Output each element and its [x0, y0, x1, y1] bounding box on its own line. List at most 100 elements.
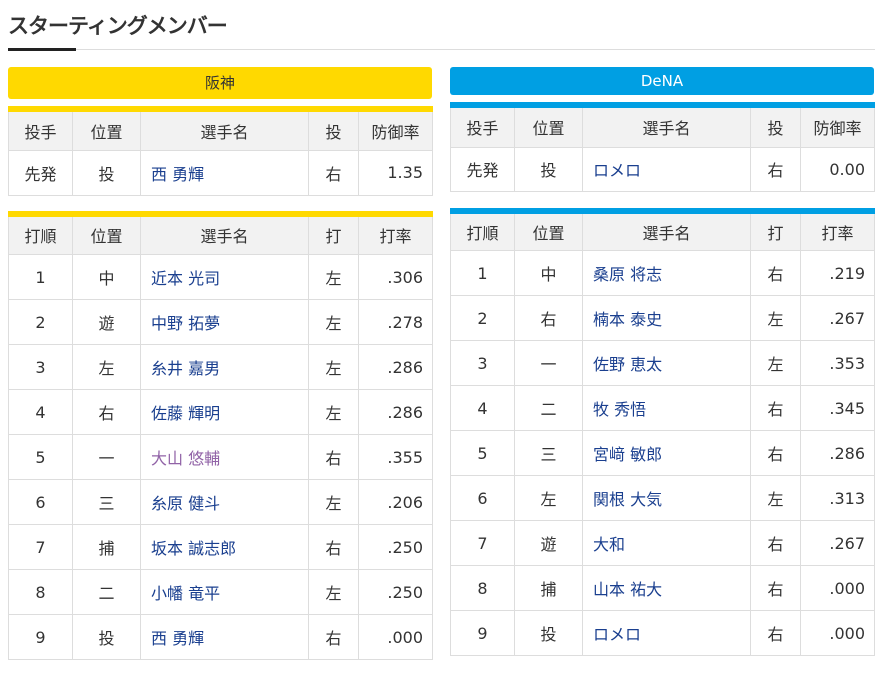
column-header: 位置: [72, 213, 141, 255]
batting-average: .000: [800, 565, 875, 611]
table-row: 9 投 西 勇輝 右 .000: [8, 614, 433, 660]
column-header: 位置: [72, 108, 141, 151]
team-column-hanshin: 阪神 投手 位置 選手名 投 防御率 先発 投 西 勇輝 右 1.35 打順 位…: [8, 67, 433, 660]
batting-hand: 右: [750, 430, 801, 476]
player-name-link[interactable]: ロメロ: [582, 146, 751, 192]
player-name-link[interactable]: 坂本 誠志郎: [140, 524, 309, 570]
table-row: 3 左 糸井 嘉男 左 .286: [8, 344, 433, 390]
position: 一: [514, 340, 583, 386]
player-name-link[interactable]: 大和: [582, 520, 751, 566]
batting-hand: 右: [750, 385, 801, 431]
batting-hand: 右: [750, 565, 801, 611]
table-row: 2 右 楠本 泰史 左 .267: [450, 295, 875, 341]
player-name-link[interactable]: 関根 大気: [582, 475, 751, 521]
position: 遊: [514, 520, 583, 566]
position: 三: [72, 479, 141, 525]
player-name-link[interactable]: 山本 祐大: [582, 565, 751, 611]
column-header: 投: [308, 108, 359, 151]
player-name-link[interactable]: 佐野 恵太: [582, 340, 751, 386]
batting-hand: 右: [308, 524, 359, 570]
batting-order: 1: [450, 250, 515, 296]
column-header: 投手: [8, 108, 73, 151]
player-name-link[interactable]: 宮﨑 敏郎: [582, 430, 751, 476]
table-row: 5 三 宮﨑 敏郎 右 .286: [450, 430, 875, 476]
batting-hand: 左: [308, 479, 359, 525]
batting-order: 5: [8, 434, 73, 480]
batting-average: .206: [358, 479, 433, 525]
batting-hand: 左: [308, 254, 359, 300]
batting-order: 3: [450, 340, 515, 386]
player-name-link[interactable]: 近本 光司: [140, 254, 309, 300]
batting-average: .286: [358, 344, 433, 390]
batting-hand: 左: [308, 569, 359, 615]
title-accent-bar: [8, 48, 76, 51]
table-row: 7 捕 坂本 誠志郎 右 .250: [8, 524, 433, 570]
player-name-link[interactable]: ロメロ: [582, 610, 751, 656]
batting-average: .000: [800, 610, 875, 656]
table-row: 8 捕 山本 祐大 右 .000: [450, 565, 875, 611]
table-row: 3 一 佐野 恵太 左 .353: [450, 340, 875, 386]
player-name-link[interactable]: 楠本 泰史: [582, 295, 751, 341]
table-row: 9 投 ロメロ 右 .000: [450, 610, 875, 656]
batting-order: 5: [450, 430, 515, 476]
position: 右: [514, 295, 583, 341]
pitcher-table: 投手 位置 選手名 投 防御率 先発 投 ロメロ 右 0.00: [450, 102, 875, 192]
column-header: 防御率: [800, 104, 875, 148]
column-header: 打順: [8, 213, 73, 255]
batting-average: .267: [800, 295, 875, 341]
title-divider: [8, 49, 875, 50]
table-row: 2 遊 中野 拓夢 左 .278: [8, 299, 433, 345]
column-header: 打率: [800, 210, 875, 251]
column-header: 位置: [514, 104, 583, 148]
team-header: DeNA: [450, 67, 874, 95]
batting-hand: 右: [750, 520, 801, 566]
batting-average: .306: [358, 254, 433, 300]
batting-order: 7: [8, 524, 73, 570]
batting-average: .278: [358, 299, 433, 345]
column-header: 選手名: [582, 104, 751, 148]
table-row: 先発 投 西 勇輝 右 1.35: [8, 149, 433, 196]
throwing-hand: 右: [750, 146, 801, 192]
table-row: 4 右 佐藤 輝明 左 .286: [8, 389, 433, 435]
pitcher-role: 先発: [8, 149, 73, 196]
player-name-link[interactable]: 糸原 健斗: [140, 479, 309, 525]
batting-order: 8: [8, 569, 73, 615]
batting-hand: 左: [308, 389, 359, 435]
player-name-link[interactable]: 小幡 竜平: [140, 569, 309, 615]
batting-order: 7: [450, 520, 515, 566]
column-header: 投手: [450, 104, 515, 148]
batting-order: 8: [450, 565, 515, 611]
era-value: 0.00: [800, 146, 875, 192]
position: 投: [72, 149, 141, 196]
position: 遊: [72, 299, 141, 345]
position: 左: [72, 344, 141, 390]
table-row: 1 中 桑原 将志 右 .219: [450, 250, 875, 296]
position: 捕: [514, 565, 583, 611]
player-name-link[interactable]: 西 勇輝: [140, 149, 309, 196]
player-name-link[interactable]: 牧 秀悟: [582, 385, 751, 431]
player-name-link[interactable]: 桑原 将志: [582, 250, 751, 296]
batting-order: 4: [450, 385, 515, 431]
table-row: 先発 投 ロメロ 右 0.00: [450, 146, 875, 192]
column-header: 防御率: [358, 108, 433, 151]
batting-hand: 左: [750, 475, 801, 521]
column-header: 選手名: [140, 108, 309, 151]
batting-order: 3: [8, 344, 73, 390]
player-name-link[interactable]: 中野 拓夢: [140, 299, 309, 345]
team-column-dena: DeNA 投手 位置 選手名 投 防御率 先発 投 ロメロ 右 0.00 打順 …: [450, 67, 875, 656]
batting-order: 1: [8, 254, 73, 300]
player-name-link[interactable]: 佐藤 輝明: [140, 389, 309, 435]
table-row: 7 遊 大和 右 .267: [450, 520, 875, 566]
player-name-link[interactable]: 西 勇輝: [140, 614, 309, 660]
position: 中: [514, 250, 583, 296]
table-header-row: 打順 位置 選手名 打 打率: [8, 213, 433, 255]
pitcher-table: 投手 位置 選手名 投 防御率 先発 投 西 勇輝 右 1.35: [8, 106, 433, 196]
batting-order-table: 打順 位置 選手名 打 打率 1 中 近本 光司 左 .306 2 遊 中野 拓…: [8, 210, 433, 660]
player-name-link[interactable]: 糸井 嘉男: [140, 344, 309, 390]
column-header: 打順: [450, 210, 515, 251]
player-name-link[interactable]: 大山 悠輔: [140, 434, 309, 480]
batting-order: 6: [450, 475, 515, 521]
table-header-row: 投手 位置 選手名 投 防御率: [450, 104, 875, 148]
position: 捕: [72, 524, 141, 570]
batting-average: .000: [358, 614, 433, 660]
